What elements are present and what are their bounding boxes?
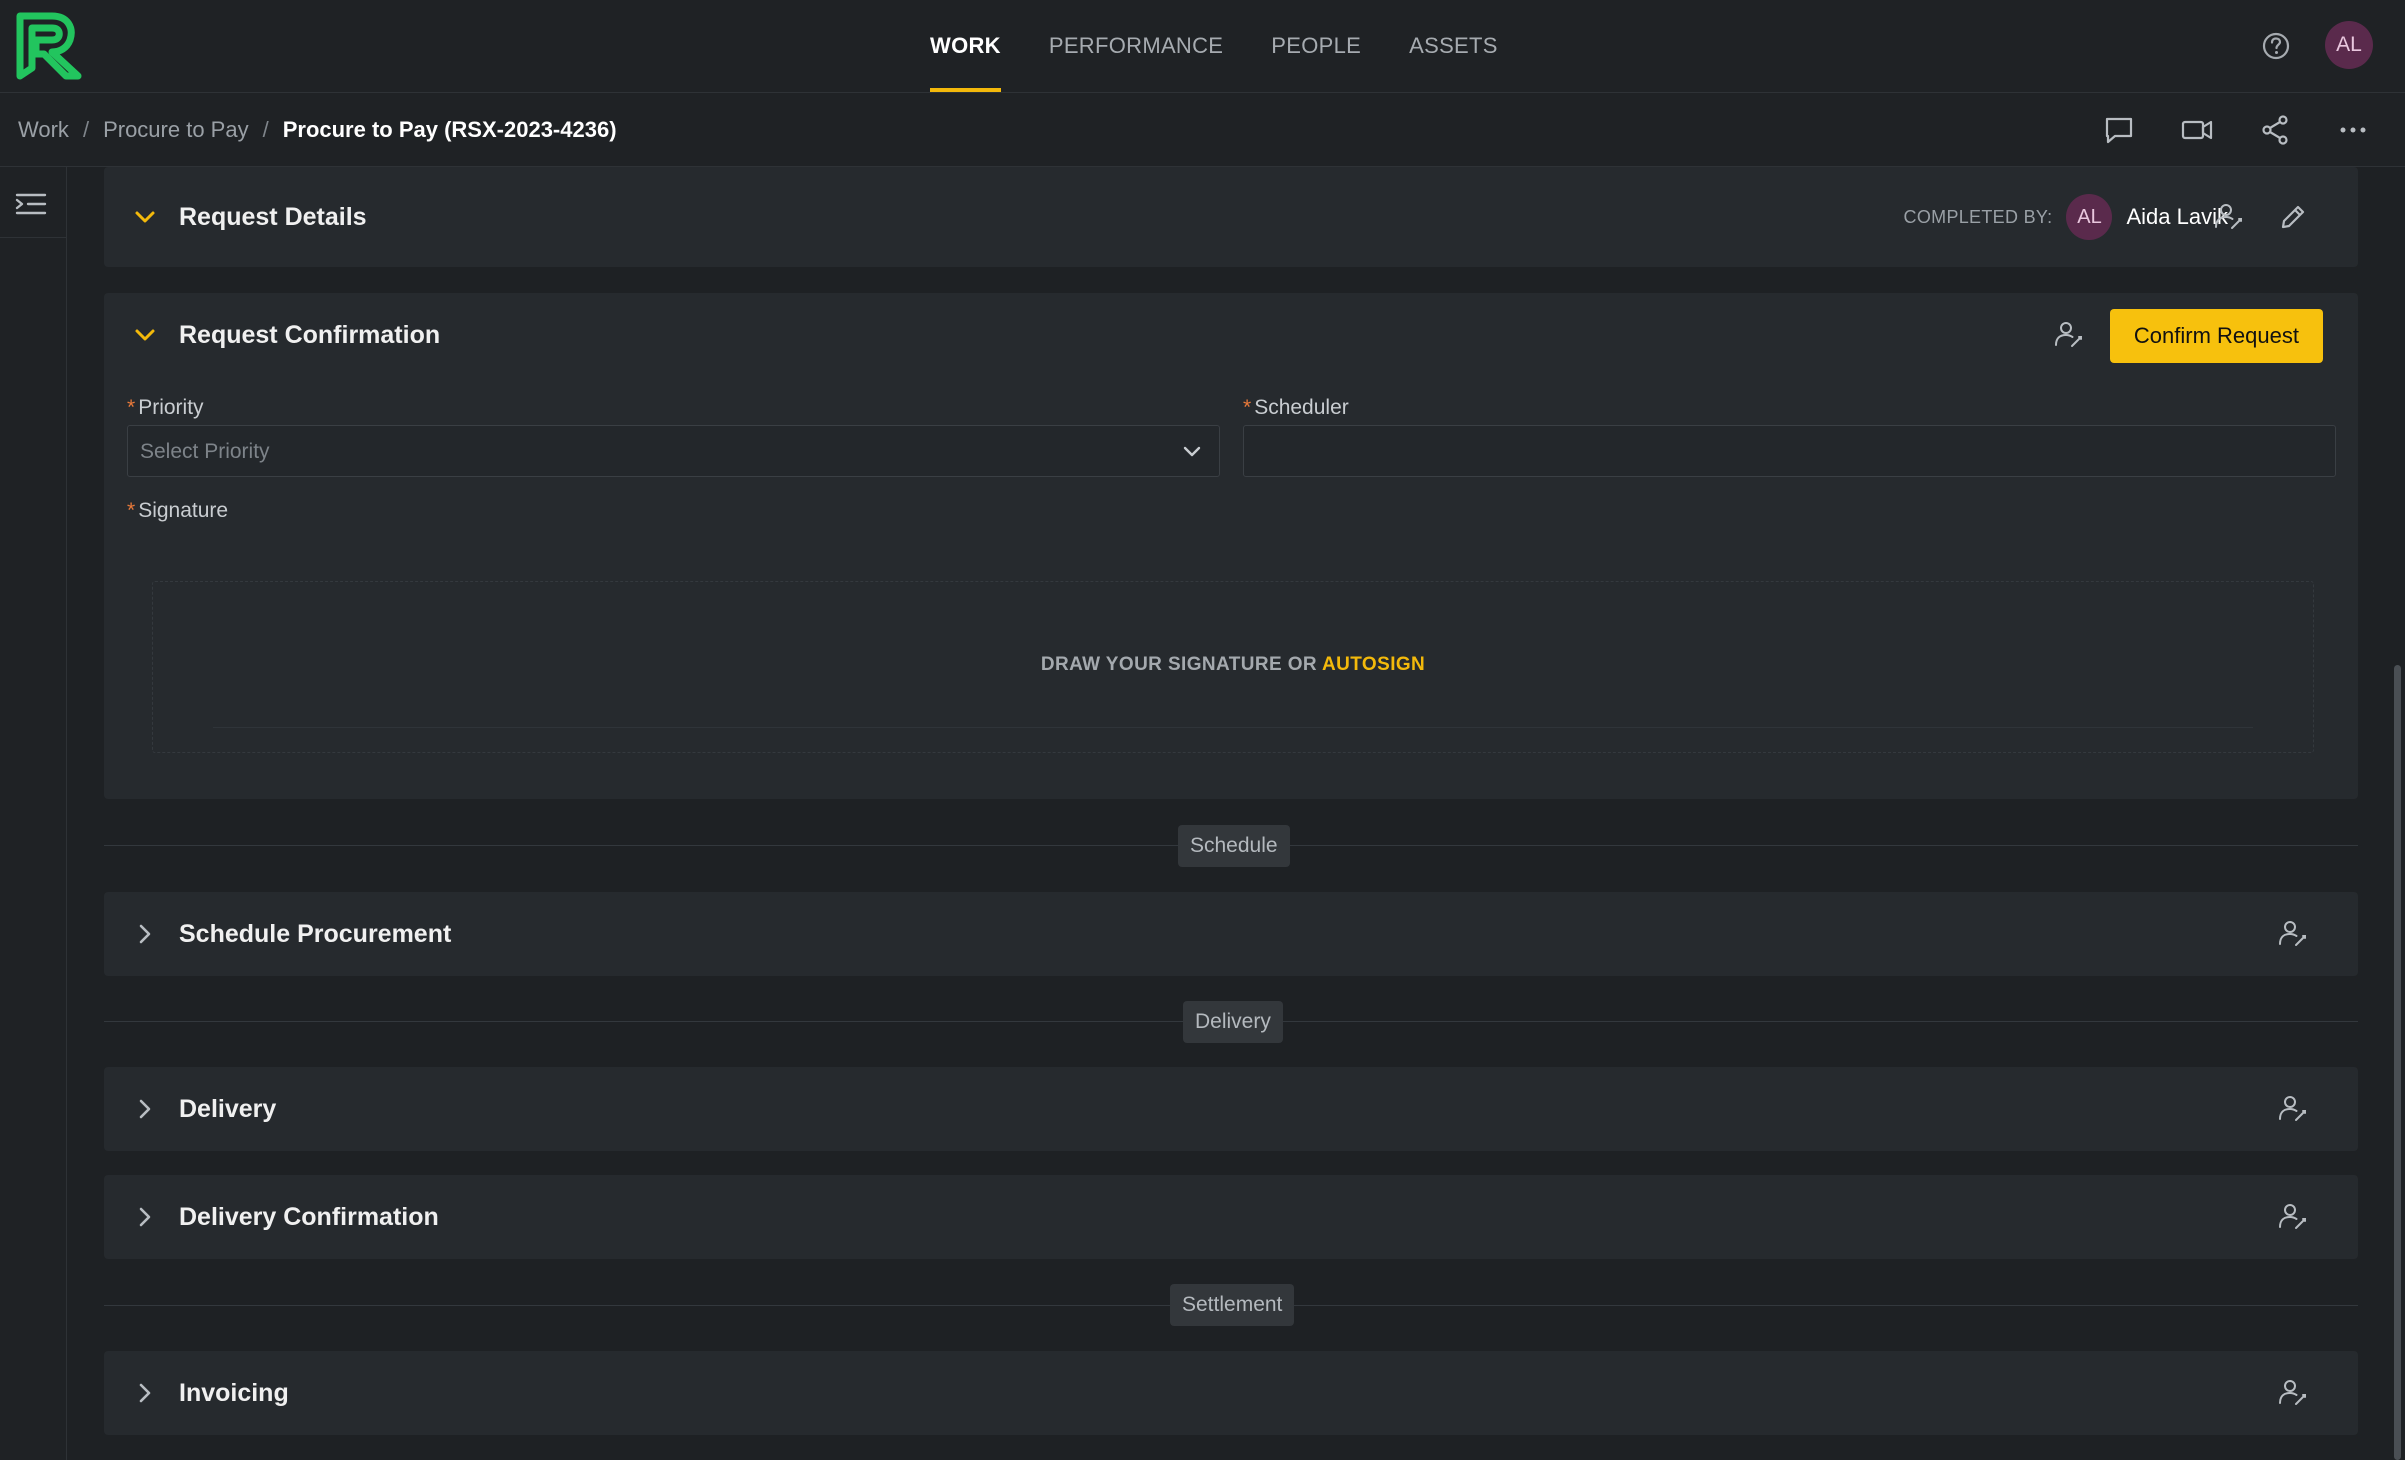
phase-badge-settlement: Settlement [1170, 1284, 1295, 1326]
completed-by-label: COMPLETED BY: [1903, 206, 2053, 227]
phase-badge-schedule: Schedule [1178, 825, 1290, 867]
autosign-link[interactable]: AUTOSIGN [1322, 654, 1425, 675]
section-title[interactable]: Request Confirmation [179, 321, 440, 350]
assign-user-icon[interactable] [2050, 316, 2088, 354]
nav-people[interactable]: PEOPLE [1271, 0, 1361, 92]
main-nav: WORK PERFORMANCE PEOPLE ASSETS [930, 0, 1498, 92]
assign-user-icon[interactable] [2210, 198, 2248, 236]
chevron-right-icon[interactable] [130, 919, 160, 949]
chevron-right-icon[interactable] [130, 1094, 160, 1124]
share-icon[interactable] [2258, 113, 2292, 147]
comment-icon[interactable] [2102, 113, 2136, 147]
edit-pencil-icon[interactable] [2274, 198, 2312, 236]
user-avatar[interactable]: AL [2325, 21, 2373, 69]
video-icon[interactable] [2180, 113, 2214, 147]
scheduler-label: * Scheduler [1243, 396, 1349, 419]
breadcrumb-current: Procure to Pay (RSX-2023-4236) [282, 116, 617, 142]
assign-user-icon[interactable] [2274, 915, 2312, 953]
signature-prompt: DRAW YOUR SIGNATURE OR AUTOSIGN [1040, 654, 1426, 675]
chevron-right-icon[interactable] [130, 1202, 160, 1232]
rail-divider [0, 237, 66, 238]
breadcrumb-separator: / [82, 116, 90, 142]
chevron-down-icon [1183, 446, 1201, 457]
app-logo[interactable] [14, 10, 84, 80]
chevron-down-icon[interactable] [130, 320, 160, 350]
more-options-icon[interactable] [2336, 113, 2370, 147]
confirm-request-button[interactable]: Confirm Request [2109, 309, 2323, 363]
priority-label: * Priority [127, 396, 204, 419]
breadcrumb-work[interactable]: Work [18, 117, 69, 143]
section-delivery-confirmation: Delivery Confirmation [104, 1175, 2358, 1259]
signature-baseline [213, 727, 2253, 728]
top-navigation-bar: WORK PERFORMANCE PEOPLE ASSETS AL [0, 0, 2405, 93]
nav-assets[interactable]: ASSETS [1409, 0, 1498, 92]
section-request-details: Request Details COMPLETED BY: AL Aida La… [104, 167, 2358, 267]
section-schedule-procurement: Schedule Procurement [104, 892, 2358, 976]
section-delivery: Delivery [104, 1067, 2358, 1151]
avatar: AL [2066, 194, 2113, 240]
breadcrumb-separator: / [262, 116, 269, 142]
priority-select[interactable]: Select Priority [127, 425, 1220, 477]
section-invoicing: Invoicing [104, 1351, 2358, 1435]
toggle-outline-icon[interactable] [14, 187, 48, 221]
section-title[interactable]: Request Details [179, 203, 367, 232]
phase-badge-delivery: Delivery [1183, 1001, 1283, 1043]
breadcrumb-bar: Work / Procure to Pay / Procure to Pay (… [0, 93, 2405, 167]
signature-label: * Signature [127, 499, 229, 522]
signature-pad[interactable]: DRAW YOUR SIGNATURE OR AUTOSIGN [152, 581, 2314, 753]
nav-performance[interactable]: PERFORMANCE [1049, 0, 1223, 92]
section-title[interactable]: Delivery Confirmation [179, 1203, 439, 1232]
nav-work[interactable]: WORK [930, 0, 1001, 92]
help-icon[interactable] [2258, 28, 2294, 64]
assign-user-icon[interactable] [2274, 1374, 2312, 1412]
left-rail [0, 167, 67, 1460]
priority-placeholder: Select Priority [140, 440, 270, 463]
section-request-confirmation: Request Confirmation Confirm Request * Pr… [104, 293, 2358, 799]
section-title[interactable]: Delivery [179, 1095, 276, 1124]
scrollbar[interactable] [2394, 665, 2401, 1460]
chevron-right-icon[interactable] [130, 1378, 160, 1408]
scheduler-input[interactable] [1243, 425, 2336, 477]
header-actions [2102, 93, 2370, 166]
breadcrumb-procure-to-pay[interactable]: Procure to Pay [103, 117, 249, 143]
assign-user-icon[interactable] [2274, 1198, 2312, 1236]
chevron-down-icon[interactable] [130, 202, 160, 232]
assign-user-icon[interactable] [2274, 1090, 2312, 1128]
section-title[interactable]: Schedule Procurement [179, 920, 451, 949]
completed-by: COMPLETED BY: AL Aida Lavik [1904, 194, 2228, 240]
breadcrumb: Work / Procure to Pay / Procure to Pay (… [18, 93, 617, 166]
section-title[interactable]: Invoicing [179, 1379, 289, 1408]
